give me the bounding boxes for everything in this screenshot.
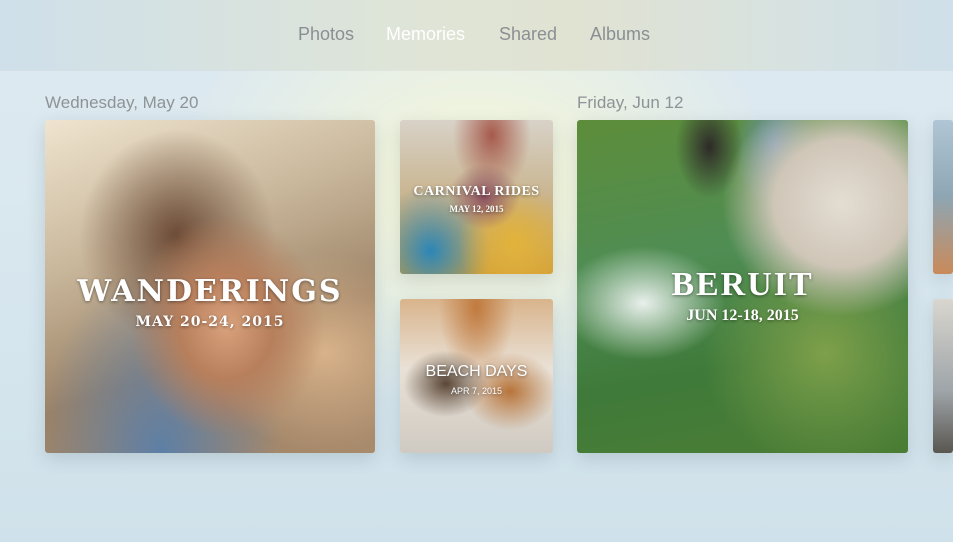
section-date-wednesday: Wednesday, May 20 [45, 93, 199, 112]
memory-title-carnival-rides: CARNIVAL RIDES [413, 184, 540, 199]
top-navigation-bar: Photos Memories Shared Albums [0, 0, 953, 70]
tab-bar: Photos Memories Shared Albums [0, 24, 953, 48]
tab-albums[interactable]: Albums [590, 24, 650, 45]
memory-title-wanderings: WANDERINGS [77, 274, 343, 309]
section-date-friday: Friday, Jun 12 [577, 93, 684, 112]
tab-shared[interactable]: Shared [499, 24, 557, 45]
memory-dates-beach-days: APR 7, 2015 [450, 386, 503, 396]
memory-card-carnival-rides[interactable]: CARNIVAL RIDES MAY 12, 2015 [400, 120, 553, 274]
memory-dates-wanderings: MAY 20-24, 2015 [135, 314, 285, 330]
memory-title-beruit: BERUIT [671, 266, 814, 303]
memory-card-beach-days[interactable]: BEACH DAYS APR 7, 2015 [400, 299, 553, 453]
memory-card-partial-bottom[interactable] [933, 299, 953, 453]
memory-card-beruit[interactable]: BERUIT JUN 12-18, 2015 [577, 120, 908, 453]
memory-title-beach-days: BEACH DAYS [425, 363, 528, 380]
memory-dates-beruit: JUN 12-18, 2015 [686, 307, 799, 324]
memory-card-partial-top[interactable] [933, 120, 953, 274]
memory-dates-carnival-rides: MAY 12, 2015 [449, 204, 504, 214]
tab-memories[interactable]: Memories [386, 24, 465, 45]
tab-photos[interactable]: Photos [298, 24, 354, 45]
memory-card-wanderings[interactable]: WANDERINGS MAY 20-24, 2015 [45, 120, 375, 453]
